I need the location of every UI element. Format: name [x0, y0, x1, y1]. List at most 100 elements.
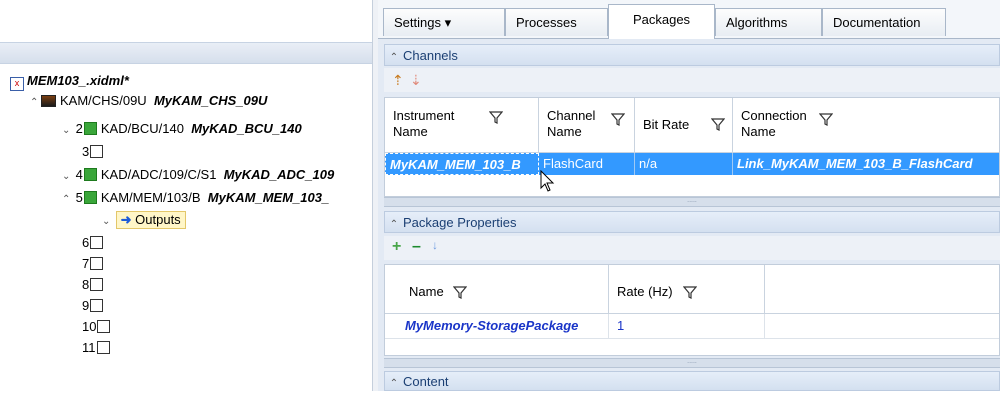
chevron-down-icon[interactable]: ⌄ — [62, 122, 72, 140]
filter-icon[interactable] — [453, 285, 467, 299]
col-bit-rate[interactable]: Bit Rate — [635, 98, 733, 152]
tab-processes[interactable]: Processes — [505, 8, 608, 36]
splitter-grip[interactable]: ..... — [384, 197, 1000, 207]
content-section-header[interactable]: ⌃ Content — [384, 371, 1000, 391]
package-toolbar: + – ↓ — [384, 236, 1000, 260]
chevron-down-icon[interactable]: ⌄ — [102, 213, 112, 231]
tree-slot-7[interactable]: 7 — [82, 255, 107, 273]
col-instrument-name[interactable]: Instrument Name — [385, 98, 539, 152]
tab-documentation[interactable]: Documentation — [822, 8, 946, 36]
xidml-file-icon: x — [10, 77, 24, 91]
empty-slot-icon — [90, 257, 104, 270]
filter-icon[interactable] — [711, 117, 725, 131]
chevron-up-icon[interactable]: ⌃ — [385, 47, 403, 69]
chassis-path: KAM/CHS/09U — [60, 93, 147, 108]
tree-slot-6[interactable]: 6 — [82, 234, 107, 252]
cell-rate[interactable]: 1 — [609, 314, 765, 338]
chassis-name: MyKAM_CHS_09U — [153, 93, 268, 108]
package-header-row: Name Rate (Hz) — [385, 265, 999, 314]
cell-instrument-name[interactable]: MyKAM_MEM_103_B — [385, 153, 539, 175]
mouse-cursor-icon — [540, 170, 555, 192]
move-down-icon[interactable]: ↓ — [432, 238, 438, 252]
module-name: MyKAM_MEM_103_ — [207, 190, 330, 205]
tree-slot-2[interactable]: ⌄ 2 KAD/BCU/140 MyKAD_BCU_140 — [62, 120, 302, 138]
tab-packages[interactable]: Packages — [608, 4, 715, 39]
channels-section-header[interactable]: ⌃ Channels — [384, 44, 1000, 66]
slot-number: 3 — [82, 144, 90, 159]
filter-icon[interactable] — [489, 110, 503, 124]
slot-number: 10 — [82, 319, 97, 334]
tree-node-outputs[interactable]: ⌄ ➜ Outputs — [102, 211, 186, 229]
tree-root-label: MEM103_.xidml* — [27, 73, 129, 88]
tab-label: Processes — [516, 15, 577, 30]
section-title: Package Properties — [403, 215, 517, 230]
add-channel-icon[interactable]: ⇡ — [392, 72, 404, 89]
empty-slot-icon — [90, 236, 104, 249]
col-channel-name[interactable]: Channel Name — [539, 98, 635, 152]
module-icon — [83, 122, 97, 135]
header-label-line1: Instrument — [393, 108, 455, 123]
tree-node-chassis[interactable]: ⌃ KAM/CHS/09U MyKAM_CHS_09U — [30, 92, 267, 110]
tree-slot-9[interactable]: 9 — [82, 297, 107, 315]
slot-number: 11 — [82, 340, 96, 355]
package-properties-section-header[interactable]: ⌃ Package Properties — [384, 211, 1000, 233]
header-label: Bit Rate — [643, 117, 690, 132]
table-row[interactable]: MyMemory-StoragePackage 1 — [385, 314, 999, 339]
cell-connection-name[interactable]: Link_MyKAM_MEM_103_B_FlashCard — [733, 153, 999, 175]
col-connection-name[interactable]: Connection Name — [733, 98, 997, 152]
outputs-chip[interactable]: ➜ Outputs — [115, 211, 186, 229]
tab-settings[interactable]: Settings ▾ — [383, 8, 505, 36]
empty-slot-icon — [96, 341, 110, 354]
add-icon[interactable]: + — [392, 238, 401, 256]
module-icon — [83, 191, 97, 204]
header-label: Name — [409, 284, 444, 299]
slot-number: 8 — [82, 277, 90, 292]
outputs-label: Outputs — [135, 212, 181, 227]
filter-icon[interactable] — [819, 112, 833, 126]
col-name[interactable]: Name — [385, 265, 609, 313]
header-label-line2: Name — [393, 124, 428, 139]
tree-slot-8[interactable]: 8 — [82, 276, 107, 294]
tree-root[interactable]: x MEM103_.xidml* — [10, 72, 129, 91]
tree-header-bar — [0, 42, 372, 64]
tab-label: Documentation — [833, 15, 921, 30]
empty-slot-icon — [90, 278, 104, 291]
channels-grid: Instrument Name Channel Name Bit Rate Conn… — [384, 97, 1000, 197]
splitter-grip[interactable]: ..... — [384, 358, 1000, 368]
chevron-down-icon[interactable]: ⌄ — [62, 168, 72, 186]
tab-strip: Settings ▾ Processes Packages Algorithms… — [378, 0, 1000, 39]
remove-channel-icon[interactable]: ⇣ — [410, 72, 422, 89]
tree-slot-5[interactable]: ⌃ 5 KAM/MEM/103/B MyKAM_MEM_103_ — [62, 189, 329, 207]
chevron-up-icon[interactable]: ⌃ — [385, 214, 403, 236]
col-rate[interactable]: Rate (Hz) — [609, 265, 765, 313]
tab-label: Packages — [632, 12, 691, 27]
tree-slot-11[interactable]: 11 — [82, 339, 114, 357]
remove-icon[interactable]: – — [412, 238, 421, 256]
section-title: Content — [403, 374, 449, 389]
chevron-up-icon[interactable]: ⌃ — [385, 374, 403, 394]
header-label: Rate (Hz) — [617, 284, 673, 299]
tab-algorithms[interactable]: Algorithms — [715, 8, 822, 36]
chevron-up-icon[interactable]: ⌃ — [30, 94, 40, 112]
empty-slot-icon — [97, 320, 111, 333]
section-title: Channels — [403, 48, 458, 63]
filter-icon[interactable] — [611, 112, 625, 126]
cell-bit-rate[interactable]: n/a — [635, 153, 733, 175]
slot-number: 2 — [75, 121, 83, 136]
table-row[interactable]: MyKAM_MEM_103_B FlashCard n/a Link_MyKAM… — [385, 153, 999, 175]
tab-label: Settings ▾ — [394, 15, 452, 30]
header-label-line2: Name — [741, 124, 776, 139]
tree-slot-10[interactable]: 10 — [82, 318, 114, 336]
empty-slot-icon — [90, 299, 104, 312]
tree-slot-3[interactable]: 3 — [82, 143, 107, 161]
slot-number: 6 — [82, 235, 90, 250]
cell-package-name[interactable]: MyMemory-StoragePackage — [385, 314, 609, 338]
chevron-up-icon[interactable]: ⌃ — [62, 191, 72, 209]
slot-number: 9 — [82, 298, 90, 313]
module-name: MyKAD_ADC_109 — [223, 167, 335, 182]
tree-slot-4[interactable]: ⌄ 4 KAD/ADC/109/C/S1 MyKAD_ADC_109 — [62, 166, 334, 184]
header-label-line2: Name — [547, 124, 582, 139]
header-label-line1: Connection — [741, 108, 807, 123]
filter-icon[interactable] — [683, 285, 697, 299]
arrow-right-icon: ➜ — [120, 212, 132, 227]
